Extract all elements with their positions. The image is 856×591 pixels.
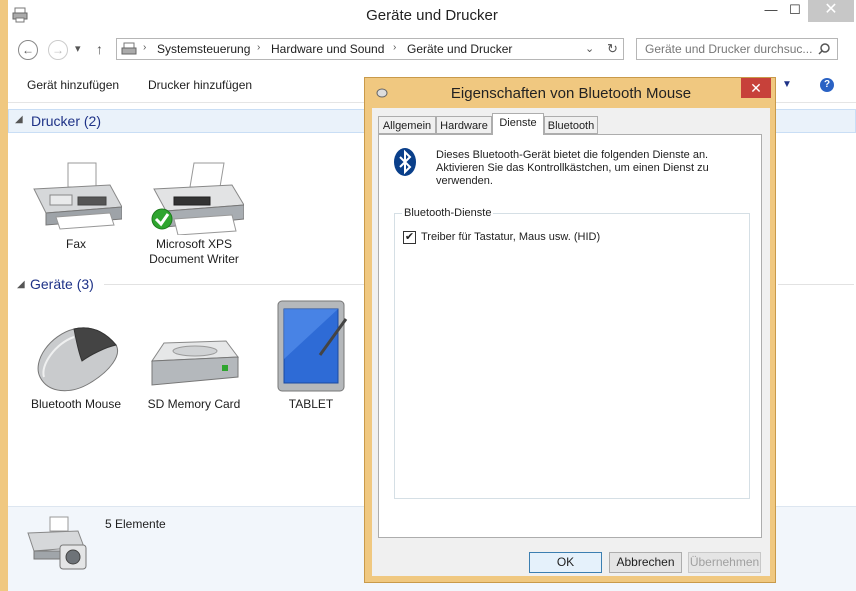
printer-icon [151, 162, 244, 235]
cancel-button[interactable]: Abbrechen [609, 552, 682, 573]
device-sd-memory-card[interactable]: SD Memory Card [142, 315, 246, 415]
search-icon[interactable] [818, 43, 830, 55]
breadcrumb-item[interactable]: Geräte und Drucker [407, 42, 512, 56]
search-input[interactable]: Geräte und Drucker durchsuc... [636, 38, 838, 60]
ok-button[interactable]: OK [529, 552, 602, 573]
group-label: Drucker (2) [31, 113, 102, 129]
device-label: Fax [65, 237, 86, 251]
tab-dienste[interactable]: Dienste [492, 113, 544, 135]
tab-allgemein[interactable]: Allgemein [378, 116, 436, 134]
maximize-button[interactable]: ☐ [784, 0, 806, 22]
dialog-title: Eigenschaften von Bluetooth Mouse [450, 85, 692, 102]
tab-bluetooth[interactable]: Bluetooth [544, 116, 598, 134]
address-bar[interactable]: › Systemsteuerung › Hardware und Sound ›… [116, 38, 624, 60]
add-device-button[interactable]: Gerät hinzufügen [27, 78, 119, 92]
chevron-right-icon: › [393, 42, 397, 53]
device-label: Bluetooth Mouse [30, 397, 122, 411]
breadcrumb-item[interactable]: Systemsteuerung [157, 42, 250, 56]
chevron-right-icon: › [143, 42, 147, 53]
up-button[interactable]: ↑ [96, 41, 103, 57]
close-button[interactable]: ✕ [808, 0, 854, 22]
add-printer-button[interactable]: Drucker hinzufügen [148, 78, 252, 92]
collapse-icon[interactable]: ◢ [15, 114, 23, 125]
drive-icon [151, 340, 239, 386]
group-divider [778, 284, 854, 285]
forward-button[interactable]: → [48, 40, 68, 60]
minimize-button[interactable]: — [760, 0, 782, 22]
help-button[interactable]: ? [820, 78, 834, 92]
devices-printers-icon [27, 516, 87, 570]
services-description: Dieses Bluetooth-Gerät bietet die folgen… [436, 149, 709, 187]
item-count: 5 Elemente [105, 517, 166, 531]
window-title: Geräte und Drucker [366, 7, 498, 24]
group-label: Bluetooth-Dienste [402, 207, 494, 219]
hid-service-label[interactable]: Treiber für Tastatur, Maus usw. (HID) [421, 231, 600, 243]
recent-locations-dropdown[interactable]: ▾ [75, 42, 81, 55]
properties-dialog: Eigenschaften von Bluetooth Mouse ✕ Allg… [364, 77, 776, 583]
bluetooth-services-group: Bluetooth-Dienste ✔ Treiber für Tastatur… [394, 207, 750, 499]
device-label: Microsoft XPS Document Writer [149, 237, 239, 266]
breadcrumb-item[interactable]: Hardware und Sound [271, 42, 384, 56]
group-divider [104, 284, 364, 285]
device-bluetooth-mouse[interactable]: Bluetooth Mouse [24, 315, 128, 415]
hid-service-checkbox[interactable]: ✔ [403, 231, 416, 244]
group-label: Geräte (3) [30, 276, 94, 292]
chevron-right-icon: › [257, 42, 261, 53]
apply-button[interactable]: Übernehmen [688, 552, 761, 573]
chevron-down-icon[interactable]: ⌄ [585, 42, 594, 55]
dialog-body: Allgemein Hardware Dienste Bluetooth Die… [372, 108, 770, 576]
collapse-icon[interactable]: ◢ [17, 279, 25, 290]
device-tablet[interactable]: TABLET [266, 297, 356, 413]
title-bar: Geräte und Drucker — ☐ ✕ [8, 0, 856, 32]
device-fax[interactable]: Fax [26, 155, 126, 255]
control-panel-icon [121, 42, 137, 55]
dialog-close-button[interactable]: ✕ [741, 78, 771, 98]
tablet-icon [277, 300, 348, 392]
refresh-button[interactable]: ↻ [607, 41, 618, 57]
view-options-dropdown[interactable]: ▼ [782, 79, 792, 90]
tab-hardware[interactable]: Hardware [436, 116, 492, 134]
bluetooth-icon [394, 148, 416, 176]
device-label: SD Memory Card [147, 397, 241, 411]
navigation-bar: ← → ▾ ↑ › Systemsteuerung › Hardware und… [8, 32, 856, 68]
device-label: TABLET [288, 397, 334, 411]
device-microsoft-xps-document-writer[interactable]: Microsoft XPS Document Writer [138, 155, 250, 266]
fax-icon [33, 162, 122, 230]
mouse-icon [37, 327, 118, 392]
services-tab-panel: Dieses Bluetooth-Gerät bietet die folgen… [378, 134, 762, 538]
back-button[interactable]: ← [18, 40, 38, 60]
